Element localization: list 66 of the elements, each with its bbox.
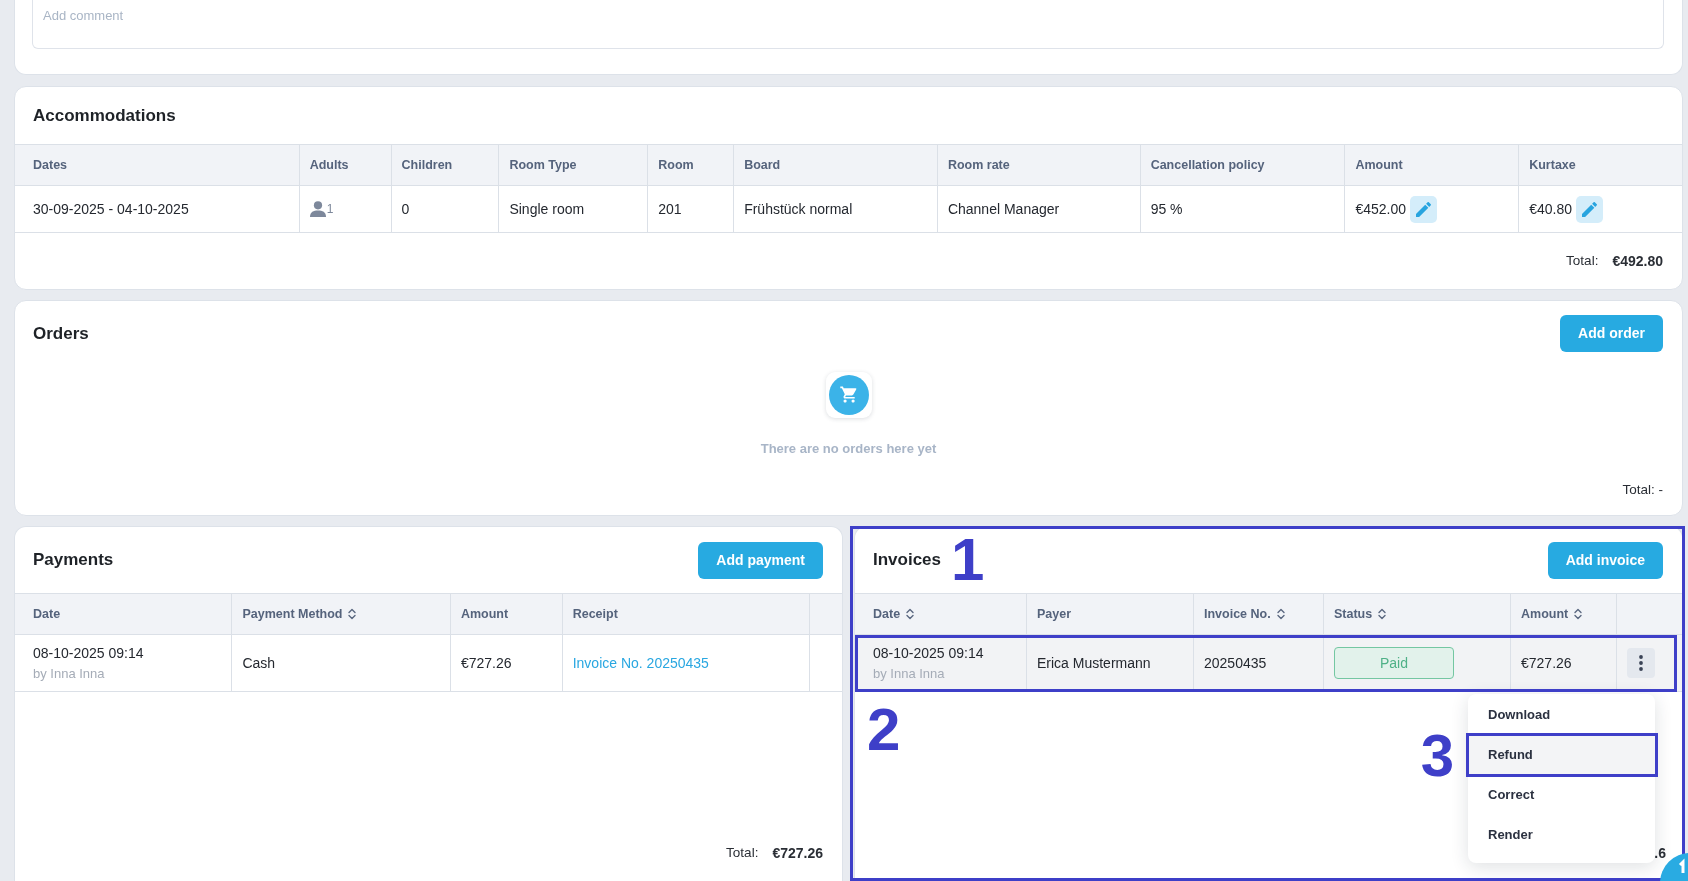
column-header: Room rate xyxy=(947,156,1010,174)
table-cell: Cash xyxy=(232,635,451,691)
more-button[interactable] xyxy=(1627,648,1655,678)
table-cell: 20250435 xyxy=(1194,635,1324,691)
total-label: Total: xyxy=(1566,251,1599,270)
total-label: Total: xyxy=(726,844,759,863)
column-header: Date xyxy=(873,605,901,623)
table-cell: Frühstück normal xyxy=(734,186,938,232)
comment-field[interactable]: Add comment xyxy=(32,0,1664,49)
table-cell: 0 xyxy=(391,186,500,232)
table-cell: 201 xyxy=(648,186,735,232)
section-title: Accommodations xyxy=(33,104,176,127)
annotation-number: 3 xyxy=(1420,733,1454,779)
total-value: €727.26 xyxy=(772,844,823,863)
author-text: by Inna Inna xyxy=(873,665,945,683)
table-cell: 30-09-2025 - 04-10-2025 xyxy=(15,186,300,232)
edit-button[interactable] xyxy=(1576,195,1603,223)
total-text: Total: - xyxy=(1622,480,1663,499)
edit-button[interactable] xyxy=(1410,195,1437,223)
column-header: Amount xyxy=(460,605,509,623)
guest-count: 1 xyxy=(326,201,334,218)
column-header: Board xyxy=(744,156,781,174)
status-badge: Paid xyxy=(1334,647,1454,679)
table-cell: Erica Mustermann xyxy=(1027,635,1194,691)
date-text: 08-10-2025 09:14 xyxy=(873,644,984,663)
menu-item[interactable]: Refund xyxy=(1468,735,1655,775)
total-value: .6 xyxy=(1654,844,1666,863)
date-text: 08-10-2025 09:14 xyxy=(33,644,144,663)
amount-text: €40.80 xyxy=(1529,199,1572,219)
column-header: Cancellation policy xyxy=(1150,156,1265,174)
table-cell: Single room xyxy=(499,186,649,232)
column-header: Amount xyxy=(1355,156,1403,174)
menu-item[interactable]: Download xyxy=(1468,695,1655,735)
column-header: Kurtaxe xyxy=(1529,156,1576,174)
pencil-icon xyxy=(1582,201,1597,217)
menu-item[interactable]: Correct xyxy=(1468,775,1655,815)
empty-message: There are no orders here yet xyxy=(760,440,937,458)
column-header: Dates xyxy=(33,156,68,174)
column-header: Status xyxy=(1334,605,1373,623)
column-header: Invoice No. xyxy=(1204,605,1271,623)
column-header: Receipt xyxy=(572,605,618,623)
more-icon xyxy=(1639,655,1643,671)
author-text: by Inna Inna xyxy=(33,665,105,683)
person-icon xyxy=(309,201,326,217)
column-header: Adults xyxy=(309,156,349,174)
column-header: Date xyxy=(33,605,61,623)
column-header: Payment Method xyxy=(242,605,343,623)
table-cell: €727.26 xyxy=(450,635,563,691)
amount-text: €452.00 xyxy=(1355,199,1406,219)
table-cell: €727.26 xyxy=(1511,635,1617,691)
annotation-number: 1 xyxy=(951,537,985,583)
pencil-icon xyxy=(1416,201,1431,217)
total-value: €492.80 xyxy=(1612,251,1663,271)
column-header: Room xyxy=(658,156,694,174)
column-header: Room Type xyxy=(509,156,577,174)
table-cell: 95 % xyxy=(1140,186,1346,232)
section-title: Orders xyxy=(33,322,89,345)
annotation-number: 2 xyxy=(867,707,901,753)
column-header: Amount xyxy=(1521,605,1569,623)
menu-item[interactable]: Render xyxy=(1468,815,1655,855)
section-title: Invoices xyxy=(873,549,942,571)
section-title: Payments xyxy=(33,549,114,571)
column-header: Payer xyxy=(1037,605,1072,623)
table-cell: Channel Manager xyxy=(937,186,1141,232)
cart-icon xyxy=(825,372,872,418)
column-header: Children xyxy=(401,156,453,174)
